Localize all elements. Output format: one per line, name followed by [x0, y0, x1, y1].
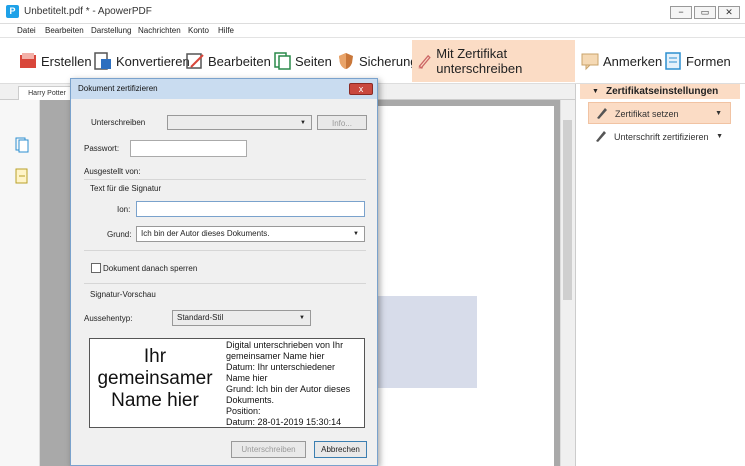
- dropdown-caret-icon: ▼: [715, 110, 722, 117]
- toolbar-seiten-button[interactable]: Seiten: [272, 40, 332, 82]
- appearance-label: Aussehentyp:: [84, 314, 133, 323]
- toolbar-label: Anmerken: [603, 53, 663, 69]
- preview-line: Grund: Ich bin der Autor dieses: [226, 384, 351, 394]
- preview-group-label: Signatur-Vorschau: [90, 290, 156, 299]
- toolbar-sign-certificate-button[interactable]: Mit Zertifikat unterschreiben: [412, 40, 575, 82]
- preview-line: gemeinsamer Name hier: [226, 351, 325, 361]
- sign-button[interactable]: Unterschreiben: [231, 441, 306, 458]
- appearance-select[interactable]: Standard-Stil ▼: [172, 310, 311, 326]
- document-tab[interactable]: Harry Potter: [18, 86, 76, 100]
- window-title: Unbetitelt.pdf * - ApowerPDF: [24, 6, 152, 17]
- lock-after-label: Dokument danach sperren: [103, 264, 198, 273]
- toolbar-label: Erstellen: [41, 53, 92, 69]
- certificate-settings-header[interactable]: Zertifikatseinstellungen: [580, 84, 740, 99]
- close-window-button[interactable]: ✕: [718, 6, 740, 19]
- comment-icon: [581, 53, 599, 71]
- preview-name: Ihr gemeinsamer Name hier: [97, 346, 213, 411]
- toolbar-label: Formen: [686, 53, 731, 69]
- collapse-caret-icon[interactable]: ▼: [592, 84, 599, 99]
- toolbar-label: Konvertieren: [116, 53, 190, 69]
- preview-line: Position:: [226, 406, 261, 416]
- signature-text-group-label: Text für die Signatur: [90, 184, 162, 193]
- certificate-select[interactable]: ▼: [167, 115, 312, 130]
- menu-nachrichten[interactable]: Nachrichten: [138, 24, 181, 38]
- forms-icon: [665, 52, 681, 70]
- shield-icon: [339, 53, 353, 69]
- dialog-title: Dokument zertifizieren: [71, 79, 377, 99]
- menu-konto[interactable]: Konto: [188, 24, 209, 38]
- certify-signature-label: Unterschrift zertifizieren: [614, 132, 709, 142]
- reason-select[interactable]: Ich bin der Autor dieses Dokuments. ▼: [136, 226, 365, 242]
- menu-bar: Datei Bearbeiten Darstellung Nachrichten…: [0, 24, 745, 38]
- issued-by-label: Ausgestellt von:: [84, 167, 141, 176]
- set-certificate-item[interactable]: Zertifikat setzen ▼: [588, 102, 731, 124]
- pen-icon: [596, 131, 606, 142]
- pages-panel-icon[interactable]: [15, 137, 29, 153]
- dialog-close-button[interactable]: x: [349, 83, 373, 95]
- maximize-button[interactable]: ▭: [694, 6, 716, 19]
- chevron-down-icon: ▼: [300, 120, 306, 126]
- toolbar-label: Bearbeiten: [208, 53, 271, 69]
- pages-icon: [274, 52, 291, 70]
- scrollbar-thumb[interactable]: [563, 120, 572, 300]
- toolbar-konvertieren-button[interactable]: Konvertieren: [93, 40, 190, 82]
- attachment-panel-icon[interactable]: [15, 168, 29, 184]
- app-logo-icon: P: [6, 5, 19, 18]
- preview-line: Digital unterschrieben von Ihr: [226, 340, 344, 350]
- preview-line: Name hier: [226, 373, 268, 383]
- preview-line: Dokuments.: [226, 395, 275, 405]
- convert-icon: [94, 52, 111, 70]
- divider: [84, 250, 366, 251]
- divider: [84, 179, 366, 180]
- location-field[interactable]: [136, 201, 365, 217]
- left-sidebar: [0, 100, 40, 466]
- dropdown-caret-icon: ▼: [716, 133, 723, 140]
- password-field[interactable]: [130, 140, 247, 157]
- chevron-down-icon: ▼: [353, 231, 359, 237]
- toolbar-label: Seiten: [295, 53, 332, 69]
- toolbar-formen-button[interactable]: Formen: [663, 40, 731, 82]
- toolbar-label: Mit Zertifikat unterschreiben: [436, 46, 523, 76]
- set-certificate-label: Zertifikat setzen: [615, 109, 679, 119]
- reason-label: Grund:: [107, 230, 132, 239]
- appearance-value: Standard-Stil: [177, 313, 224, 322]
- reason-value: Ich bin der Autor dieses Dokuments.: [141, 229, 270, 238]
- chevron-down-icon: ▼: [299, 315, 305, 321]
- toolbar-anmerken-button[interactable]: Anmerken: [580, 40, 662, 82]
- preview-line: Datum: Ihr unterschiedener: [226, 362, 336, 372]
- preview-line: Datum: 28-01-2019 15:30:14: [226, 417, 342, 427]
- info-button[interactable]: Info...: [317, 115, 367, 130]
- pen-certificate-icon: [418, 54, 431, 69]
- menu-bearbeiten[interactable]: Bearbeiten: [45, 24, 84, 38]
- pen-icon: [597, 108, 607, 119]
- menu-datei[interactable]: Datei: [17, 24, 36, 38]
- divider: [84, 283, 366, 284]
- menu-darstellung[interactable]: Darstellung: [91, 24, 131, 38]
- toolbar-sicherung-button[interactable]: Sicherung: [336, 40, 418, 82]
- toolbar-erstellen-button[interactable]: Erstellen: [18, 40, 92, 82]
- minimize-button[interactable]: −: [670, 6, 692, 19]
- lock-after-checkbox[interactable]: [91, 263, 101, 273]
- menu-hilfe[interactable]: Hilfe: [218, 24, 234, 38]
- toolbar-label: Sicherung: [359, 53, 418, 69]
- toolbar-bearbeiten-button[interactable]: Bearbeiten: [185, 40, 271, 82]
- create-pdf-icon: [20, 53, 36, 68]
- location-label: Ion:: [117, 205, 131, 214]
- preview-details: Digital unterschrieben von Ihr gemeinsam…: [226, 340, 364, 428]
- sign-label: Unterschreiben: [91, 118, 146, 127]
- signature-field-highlight[interactable]: [377, 296, 477, 388]
- certify-signature-item[interactable]: Unterschrift zertifizieren ▼: [588, 126, 731, 148]
- cancel-button[interactable]: Abbrechen: [314, 441, 367, 458]
- password-label: Passwort:: [84, 144, 120, 153]
- edit-icon: [186, 53, 204, 69]
